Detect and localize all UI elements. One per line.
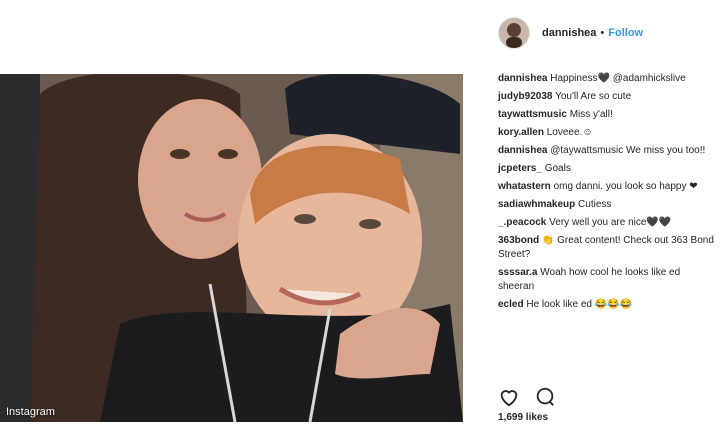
comment-user[interactable]: taywattsmusic — [498, 109, 567, 120]
comment-user[interactable]: dannishea — [498, 145, 547, 156]
comment-text: @taywattsmusic We miss you too!! — [550, 145, 706, 156]
comment-text: omg danni. you look so happy ❤ — [553, 181, 698, 192]
comment-text: Miss y'all! — [569, 109, 613, 120]
photo-illustration — [0, 74, 463, 422]
comment-item: kory.allen Loveee.☺ — [498, 126, 716, 140]
photo-credit: Instagram — [6, 406, 55, 418]
comment-item: 363bond 👏 Great content! Check out 363 B… — [498, 234, 716, 262]
comment-user[interactable]: sadiawhmakeup — [498, 199, 575, 210]
comment-item: dannishea @taywattsmusic We miss you too… — [498, 144, 716, 158]
avatar-icon — [499, 18, 529, 48]
comment-text: Cutiess — [578, 199, 612, 210]
comment-text: Happiness🖤 @adamhickslive — [550, 73, 686, 84]
comment-item: ssssar.a Woah how cool he looks like ed … — [498, 266, 716, 294]
post-photo[interactable]: Instagram — [0, 74, 463, 422]
comment-item: _.peacock Very well you are nice🖤🖤 — [498, 216, 716, 230]
likes-count[interactable]: 1,699 likes — [498, 412, 548, 423]
comment-user[interactable]: whatastern — [498, 181, 551, 192]
comment-user[interactable]: 363bond — [498, 235, 539, 246]
comment-text: Loveee.☺ — [546, 127, 593, 138]
comment-user[interactable]: jcpeters_ — [498, 163, 542, 174]
comment-item: jcpeters_ Goals — [498, 162, 716, 176]
post-actions — [498, 386, 556, 408]
separator-dot: • — [600, 27, 605, 39]
comment-user[interactable]: ecled — [498, 299, 524, 310]
comment-user[interactable]: dannishea — [498, 73, 547, 84]
avatar[interactable] — [498, 17, 530, 49]
comment-item: taywattsmusic Miss y'all! — [498, 108, 716, 122]
comment-icon[interactable] — [534, 386, 556, 408]
username[interactable]: dannishea — [542, 27, 596, 39]
comments-list: dannishea Happiness🖤 @adamhickslive judy… — [498, 72, 716, 316]
comment-text: Very well you are nice🖤🖤 — [549, 217, 672, 228]
comment-item: judyb92038 You'll Are so cute — [498, 90, 716, 104]
post-header: dannishea • Follow — [498, 16, 643, 50]
comment-user[interactable]: _.peacock — [498, 217, 546, 228]
comment-item: sadiawhmakeup Cutiess — [498, 198, 716, 212]
heart-icon[interactable] — [498, 386, 520, 408]
comment-user[interactable]: kory.allen — [498, 127, 544, 138]
comment-text: You'll Are so cute — [555, 91, 632, 102]
comment-text: Goals — [544, 163, 571, 174]
comment-text: He look like ed 😂😂😂 — [526, 299, 633, 310]
comment-item: whatastern omg danni. you look so happy … — [498, 180, 716, 194]
comment-item: ecled He look like ed 😂😂😂 — [498, 298, 716, 312]
comment-user[interactable]: ssssar.a — [498, 267, 538, 278]
follow-button[interactable]: Follow — [608, 27, 643, 39]
comment-user[interactable]: judyb92038 — [498, 91, 552, 102]
comment-item: dannishea Happiness🖤 @adamhickslive — [498, 72, 716, 86]
